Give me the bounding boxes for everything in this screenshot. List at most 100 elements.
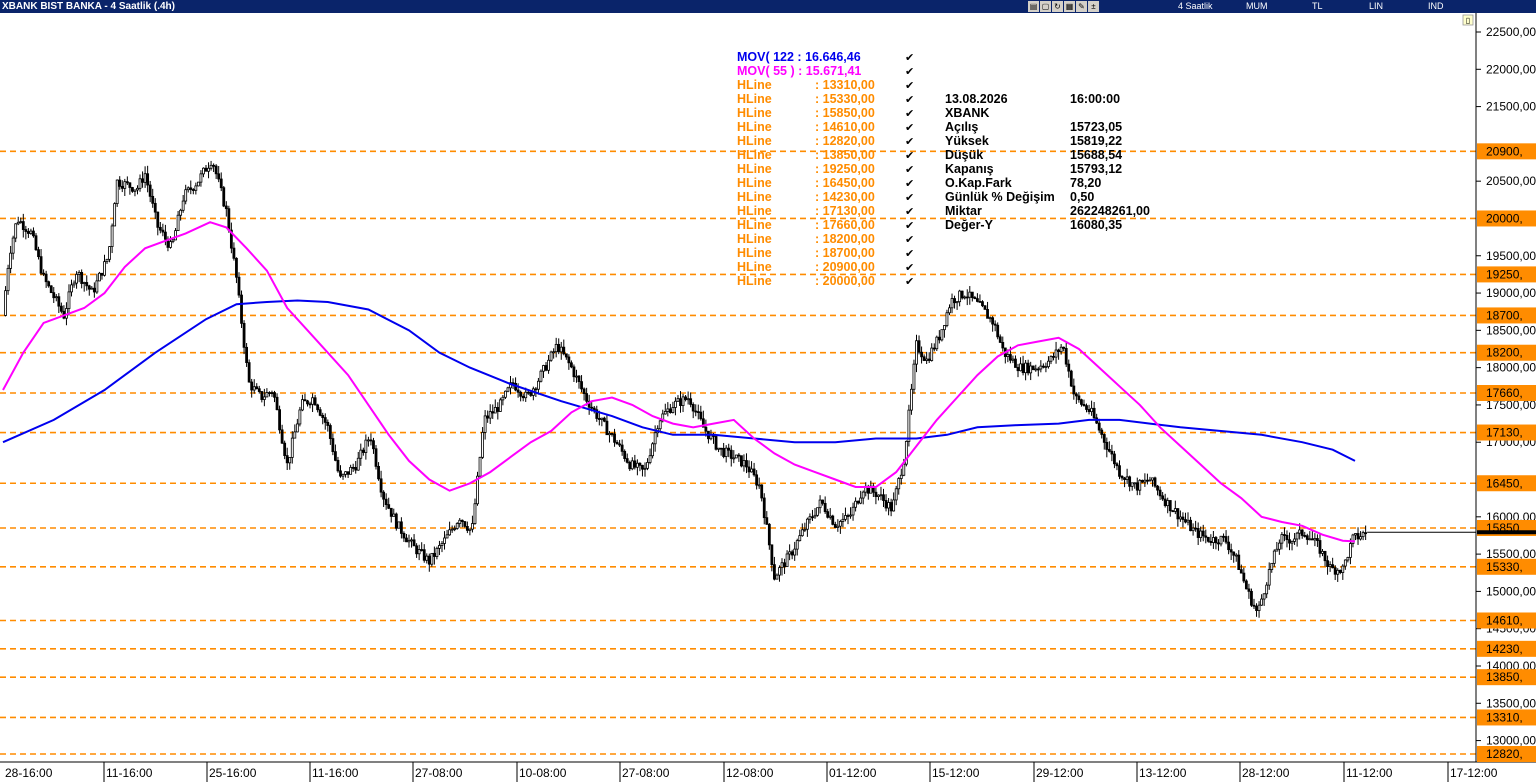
window-title-bar: XBANK BIST BANKA - 4 Saatlik (.4h) ▤ ▢ ↻ ▦ ✎…	[0, 0, 1536, 13]
scale-button[interactable]: LIN	[1369, 0, 1383, 13]
candle-body	[717, 447, 720, 450]
candle-body	[668, 408, 672, 413]
candle-body	[141, 178, 144, 183]
legend-check-icon[interactable]: ✔	[905, 248, 914, 260]
candle-body	[369, 439, 373, 442]
legend-hline-value: : 16450,00	[815, 176, 875, 190]
candle-body	[136, 187, 139, 191]
candle-body	[313, 397, 317, 406]
candle-body	[87, 285, 91, 290]
candle-body	[1057, 349, 1060, 353]
candle-body	[968, 291, 972, 298]
legend-check-icon[interactable]: ✔	[905, 80, 914, 92]
legend-hline-value: : 14610,00	[815, 120, 875, 134]
period-button[interactable]: 4 Saatlik	[1178, 0, 1213, 13]
candle-body	[425, 555, 429, 561]
candle-body	[993, 323, 997, 326]
x-tick-label: 27-08:00	[415, 766, 463, 780]
legend-hline-name: HLine	[737, 274, 772, 288]
candle-body	[496, 407, 500, 412]
candle-body	[255, 386, 259, 390]
legend-check-icon[interactable]: ✔	[905, 276, 914, 288]
candle-body	[818, 499, 822, 509]
candle-body	[473, 503, 477, 524]
legend-check-icon[interactable]: ✔	[905, 122, 914, 134]
zoom-icon[interactable]: ±	[1088, 1, 1099, 12]
candle-body	[1034, 368, 1038, 371]
candle-type-button[interactable]: MUM	[1246, 0, 1268, 13]
candle-body	[1102, 434, 1106, 443]
grid-icon[interactable]: ▦	[1064, 1, 1075, 12]
legend-check-icon[interactable]: ✔	[905, 220, 914, 232]
candle-body	[379, 478, 383, 493]
y-axis[interactable]: 22500,00 22000,00 21500,00 20500,00 19500,00…	[1476, 25, 1536, 762]
candle-body	[899, 474, 903, 479]
legend-check-icon[interactable]: ✔	[905, 108, 914, 120]
candle-body	[618, 443, 622, 446]
candle-body	[1328, 564, 1332, 567]
candle-body	[1130, 482, 1134, 487]
candle-body	[427, 555, 431, 565]
candle-body	[1168, 500, 1172, 512]
candle-body	[1237, 554, 1241, 571]
candle-body	[285, 455, 289, 464]
legend-check-icon[interactable]: ✔	[905, 192, 914, 204]
x-tick-label: 11-16:00	[106, 766, 153, 780]
legend-check-icon[interactable]: ✔	[905, 178, 914, 190]
currency-button[interactable]: TL	[1312, 0, 1323, 13]
price-chart[interactable]: MOV( 122 : 16.646,46 ✔ MOV( 55 ) : 15.671,…	[0, 13, 1536, 782]
candle-body	[399, 521, 403, 534]
candle-body	[6, 267, 10, 292]
legend-check-icon[interactable]: ✔	[905, 66, 914, 78]
candle-body	[965, 296, 969, 299]
candle-body	[838, 521, 842, 527]
chart-icon[interactable]: ▤	[1028, 1, 1039, 12]
legend-check-icon[interactable]: ✔	[905, 206, 914, 218]
candle-body	[1191, 527, 1195, 532]
candle-body	[841, 518, 845, 522]
candle-body	[620, 444, 624, 452]
legend-mov-1: MOV( 55 ) : 15.671,41	[737, 64, 861, 78]
legend-check-icon[interactable]: ✔	[905, 94, 914, 106]
legend-check-icon[interactable]: ✔	[905, 164, 914, 176]
candle-body	[11, 237, 15, 254]
window-icon[interactable]: ▢	[1040, 1, 1051, 12]
candle-body	[854, 500, 857, 508]
candle-body	[849, 514, 852, 517]
legend-check-icon[interactable]: ✔	[905, 262, 914, 274]
candle-body	[212, 164, 216, 167]
candle-body	[953, 298, 956, 304]
candle-body	[773, 564, 776, 580]
y-tick-label: 20500,00	[1486, 174, 1536, 188]
x-tick-label: 11-16:00	[312, 766, 359, 780]
candle-body	[1133, 482, 1137, 485]
y-tick-label: 22000,00	[1486, 62, 1536, 76]
candle-body	[732, 457, 736, 460]
candle-body	[9, 252, 13, 269]
candle-body	[1064, 348, 1068, 365]
legend-check-icon[interactable]: ✔	[905, 52, 914, 64]
scale-toggle-button[interactable]: ▯	[1462, 14, 1474, 26]
legend-check-icon[interactable]: ✔	[905, 136, 914, 148]
candle-body	[1105, 441, 1109, 450]
legend-check-icon[interactable]: ✔	[905, 234, 914, 246]
candle-body	[407, 539, 411, 543]
candle-body	[1019, 363, 1022, 372]
legend-check-icon[interactable]: ✔	[905, 150, 914, 162]
refresh-icon[interactable]: ↻	[1052, 1, 1063, 12]
hline-price-label: 20900,	[1486, 144, 1523, 158]
x-axis[interactable]: 28-16:00 11-16:00 25-16:00 11-16:00 27-08:00…	[5, 762, 1498, 782]
hline-price-label: 15330,	[1486, 560, 1523, 574]
candle-body	[131, 187, 134, 192]
pen-icon[interactable]: ✎	[1076, 1, 1087, 12]
candle-body	[1047, 360, 1050, 367]
candle-body	[1364, 532, 1368, 535]
indicator-button[interactable]: IND	[1428, 0, 1444, 13]
candle-body	[328, 425, 332, 439]
candle-body	[1262, 593, 1266, 600]
candle-body	[562, 346, 566, 355]
legend-hline-value: : 13850,00	[815, 148, 875, 162]
candle-body	[85, 282, 89, 287]
candle-body	[1128, 476, 1132, 487]
candle-body	[737, 454, 741, 457]
